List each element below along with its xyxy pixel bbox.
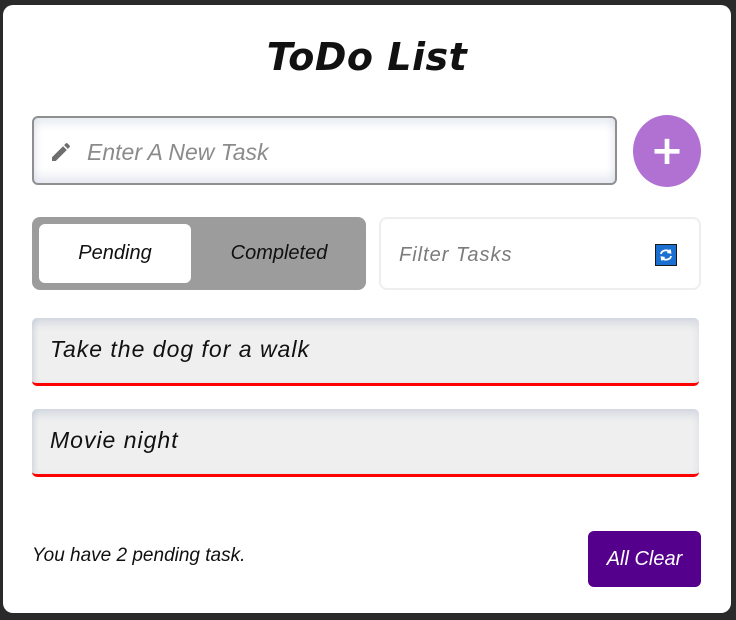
pencil-icon xyxy=(49,140,73,164)
plus-icon: + xyxy=(650,128,684,174)
refresh-icon[interactable] xyxy=(655,244,677,266)
filter-field[interactable] xyxy=(379,217,701,290)
tab-pending[interactable]: Pending xyxy=(39,224,191,283)
status-toggle: Pending Completed xyxy=(32,217,366,290)
task-item[interactable]: Take the dog for a walk xyxy=(32,318,699,386)
pending-count-text: You have 2 pending task. xyxy=(32,545,246,566)
task-text: Take the dog for a walk xyxy=(50,336,310,362)
add-task-button[interactable]: + xyxy=(633,115,701,187)
task-text: Movie night xyxy=(50,427,179,453)
tab-pending-label: Pending xyxy=(78,242,152,264)
all-clear-button[interactable]: All Clear xyxy=(588,531,701,587)
filter-input[interactable] xyxy=(397,239,641,271)
new-task-field[interactable] xyxy=(32,116,617,185)
all-clear-label: All Clear xyxy=(606,547,683,570)
tab-completed-label: Completed xyxy=(230,242,328,264)
app-title: ToDo List xyxy=(266,35,468,79)
new-task-input[interactable] xyxy=(85,133,609,171)
tab-completed[interactable]: Completed xyxy=(198,224,360,283)
todo-card: ToDo List + Pending Completed xyxy=(3,5,731,613)
task-item[interactable]: Movie night xyxy=(32,409,699,477)
